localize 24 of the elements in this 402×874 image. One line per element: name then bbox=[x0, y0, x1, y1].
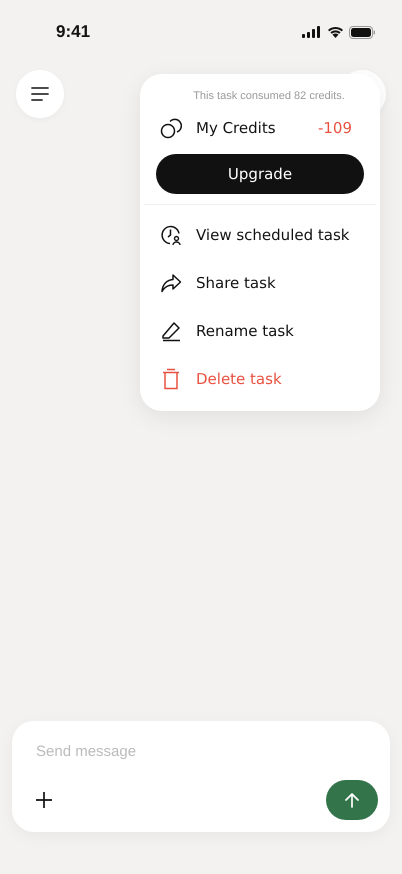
coins-icon bbox=[160, 117, 182, 139]
menu-icon bbox=[31, 87, 49, 101]
menu-item[interactable]: View scheduled task bbox=[140, 211, 380, 259]
share-icon bbox=[160, 272, 182, 294]
credits-label: My Credits bbox=[196, 119, 276, 137]
menu-item[interactable]: Share task bbox=[140, 259, 380, 307]
menu-item[interactable]: Delete task bbox=[140, 355, 380, 403]
plus-icon bbox=[36, 792, 52, 808]
trash-icon bbox=[160, 368, 182, 390]
clock-person-icon bbox=[160, 224, 182, 246]
add-button[interactable] bbox=[36, 792, 52, 808]
pencil-icon bbox=[160, 320, 182, 342]
menu-item[interactable]: Rename task bbox=[140, 307, 380, 355]
upgrade-button[interactable]: Upgrade bbox=[156, 154, 364, 194]
menu-button[interactable] bbox=[16, 70, 64, 118]
signal-icon bbox=[302, 26, 322, 38]
wifi-icon bbox=[327, 26, 344, 38]
send-button[interactable] bbox=[326, 780, 378, 820]
credits-note: This task consumed 82 credits. bbox=[192, 90, 346, 102]
arrow-up-icon bbox=[345, 792, 359, 808]
credits-value: -109 bbox=[318, 119, 352, 137]
battery-icon bbox=[349, 26, 376, 38]
status-time: 9:41 bbox=[56, 22, 90, 42]
message-field[interactable]: Send message bbox=[36, 743, 378, 760]
